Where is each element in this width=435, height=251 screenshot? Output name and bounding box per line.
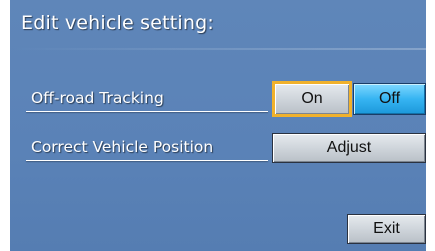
title-divider xyxy=(10,48,426,50)
correct-position-underline xyxy=(26,160,268,161)
correct-position-label: Correct Vehicle Position xyxy=(31,138,214,156)
offroad-off-button[interactable]: Off xyxy=(353,83,426,115)
offroad-tracking-label: Off-road Tracking xyxy=(31,89,164,107)
page-title: Edit vehicle setting: xyxy=(21,12,215,34)
navigation-screen: Edit vehicle setting: Off-road Tracking … xyxy=(10,0,426,251)
offroad-on-button[interactable]: On xyxy=(272,81,352,117)
offroad-tracking-underline xyxy=(26,111,268,112)
adjust-button[interactable]: Adjust xyxy=(272,133,426,163)
exit-button[interactable]: Exit xyxy=(347,214,426,244)
